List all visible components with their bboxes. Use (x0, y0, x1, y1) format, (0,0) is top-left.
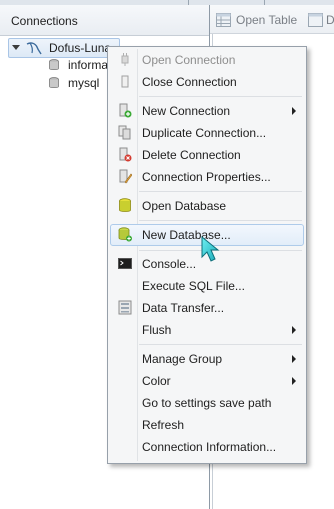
table-icon (216, 13, 231, 27)
menu-item-close-connection[interactable]: Close Connection (110, 71, 304, 93)
tree-expand-arrow-icon[interactable] (12, 45, 20, 50)
menu-item-label: Delete Connection (142, 148, 241, 162)
database-icon (49, 77, 59, 89)
menu-item-label: Go to settings save path (142, 396, 272, 410)
menu-separator (139, 344, 302, 345)
menu-item-delete-connection[interactable]: Delete Connection (110, 144, 304, 166)
delete-connection-icon (119, 147, 132, 162)
menu-item-flush[interactable]: Flush (110, 319, 304, 341)
design-table-label: D (326, 13, 334, 27)
menu-separator (139, 220, 302, 221)
menu-item-data-transfer[interactable]: Data Transfer... (110, 297, 304, 319)
menu-item-manage-group[interactable]: Manage Group (110, 348, 304, 370)
new-connection-icon (119, 103, 132, 118)
menu-item-label: Data Transfer... (142, 301, 225, 315)
submenu-arrow-icon (292, 107, 296, 115)
menu-separator (139, 191, 302, 192)
menu-item-label: Connection Properties... (142, 170, 271, 184)
menu-item-refresh[interactable]: Refresh (110, 414, 304, 436)
submenu-arrow-icon (292, 377, 296, 385)
menu-item-color[interactable]: Color (110, 370, 304, 392)
menu-item-label: Execute SQL File... (142, 279, 245, 293)
menu-separator (139, 96, 302, 97)
database-icon (49, 59, 59, 71)
mysql-dolphin-icon (26, 42, 42, 55)
menu-item-label: Flush (142, 323, 172, 337)
menu-item-label: Close Connection (142, 75, 237, 89)
menu-item-new-connection[interactable]: New Connection (110, 100, 304, 122)
connection-name: Dofus-Luna (49, 41, 112, 55)
connections-panel-header: Connections (0, 5, 209, 36)
menu-item-connection-information[interactable]: Connection Information... (110, 436, 304, 458)
menu-item-label: Console... (142, 257, 197, 271)
open-table-label: Open Table (236, 13, 298, 27)
menu-item-connection-properties[interactable]: Connection Properties... (110, 166, 304, 188)
menu-item-label: Manage Group (142, 352, 223, 366)
menu-item-label: Color (142, 374, 171, 388)
open-table-button[interactable]: Open Table (216, 11, 302, 29)
menu-item-go-to-settings-save-path[interactable]: Go to settings save path (110, 392, 304, 414)
mouse-cursor-icon (201, 235, 220, 262)
menu-item-label: Open Database (142, 199, 227, 213)
new-database-icon (118, 227, 132, 242)
design-table-button[interactable]: D (308, 11, 334, 29)
submenu-arrow-icon (292, 326, 296, 334)
database-icon (119, 198, 131, 212)
menu-item-execute-sql-file[interactable]: Execute SQL File... (110, 275, 304, 297)
submenu-arrow-icon (292, 355, 296, 363)
plug-close-icon (121, 75, 129, 88)
tree-item-database[interactable]: informa (46, 56, 108, 74)
properties-icon (119, 169, 132, 184)
menu-item-label: Refresh (142, 418, 185, 432)
table-icon (308, 13, 323, 27)
console-icon (118, 258, 132, 269)
database-name: mysql (68, 76, 100, 90)
object-toolbar: Open Table D (210, 5, 334, 34)
connections-panel-title: Connections (11, 14, 78, 28)
menu-item-open-database[interactable]: Open Database (110, 195, 304, 217)
menu-item-label: Connection Information... (142, 440, 277, 454)
menu-item-label: Duplicate Connection... (142, 126, 267, 140)
tree-item-database[interactable]: mysql (46, 74, 108, 92)
tree-item-connection[interactable]: Dofus-Luna (8, 38, 120, 58)
menu-item-duplicate-connection[interactable]: Duplicate Connection... (110, 122, 304, 144)
menu-item-open-connection[interactable]: Open Connection (110, 49, 304, 71)
duplicate-icon (118, 125, 131, 140)
menu-item-label: New Connection (142, 104, 231, 118)
data-transfer-icon (118, 300, 132, 315)
menu-item-label: Open Connection (142, 53, 236, 67)
plug-open-icon (121, 53, 129, 66)
database-name: informa (68, 58, 109, 72)
